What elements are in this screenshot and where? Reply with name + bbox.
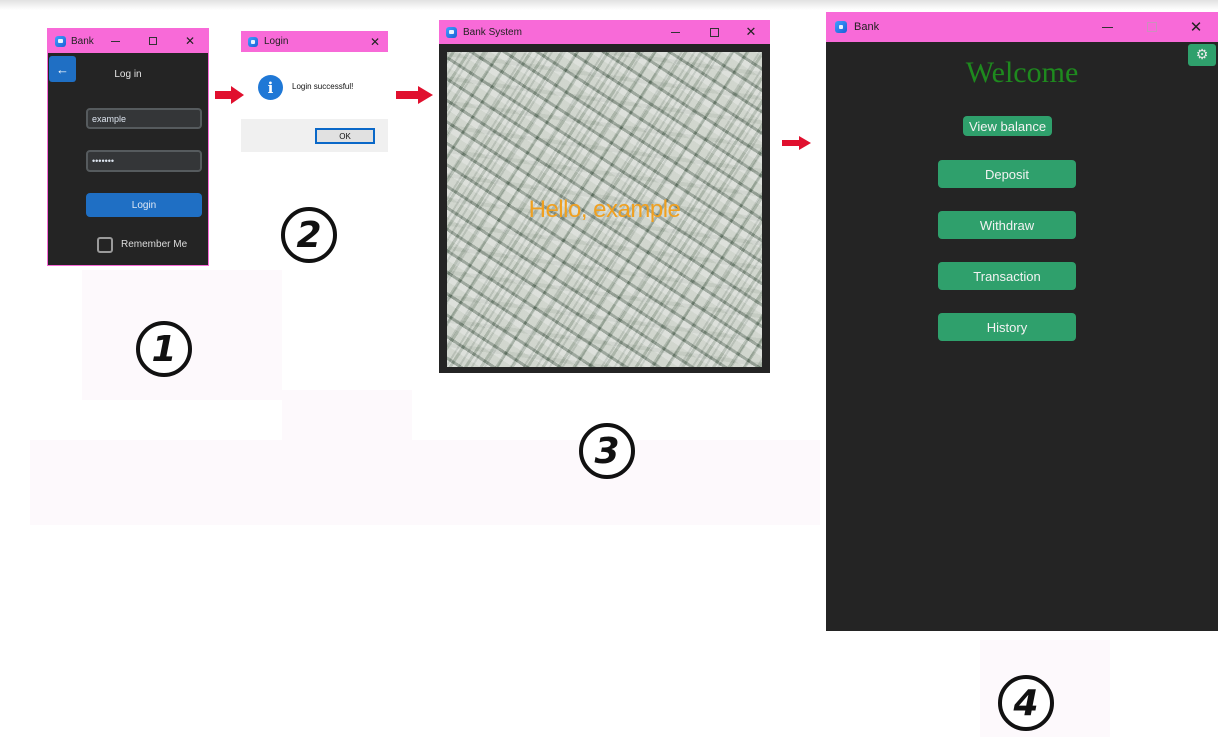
info-icon: i bbox=[258, 75, 283, 100]
flow-arrow-2-to-3 bbox=[396, 86, 433, 104]
app-icon bbox=[835, 21, 847, 33]
flow-arrow-3-to-4 bbox=[782, 136, 811, 150]
minimize-icon[interactable] bbox=[666, 20, 684, 44]
step-number-1: 1 bbox=[136, 321, 192, 377]
window-title: Bank System bbox=[463, 26, 522, 38]
message-box-titlebar: Login ✕ bbox=[241, 31, 388, 52]
app-icon bbox=[446, 26, 457, 38]
transaction-button[interactable]: Transaction bbox=[938, 262, 1076, 290]
login-message-box: Login ✕ i Login successful! OK bbox=[241, 31, 388, 152]
app-icon bbox=[248, 36, 258, 47]
username-input[interactable] bbox=[86, 108, 202, 129]
step-number-2: 2 bbox=[281, 207, 337, 263]
flow-arrow-1-to-2 bbox=[215, 86, 244, 104]
window-title: Bank bbox=[71, 35, 94, 47]
login-button[interactable]: Login bbox=[86, 193, 202, 217]
faint-background-block bbox=[30, 440, 820, 525]
message-text: Login successful! bbox=[292, 82, 354, 91]
login-window: Bank ✕ ← Log in Login Remember Me bbox=[47, 28, 209, 266]
close-icon[interactable]: ✕ bbox=[1185, 12, 1207, 42]
minimize-icon[interactable] bbox=[106, 29, 124, 53]
close-icon[interactable]: ✕ bbox=[181, 29, 199, 53]
maximize-icon[interactable] bbox=[144, 29, 162, 53]
view-balance-button[interactable]: View balance bbox=[963, 116, 1052, 136]
faint-background-block bbox=[282, 390, 412, 445]
step-number-4: 4 bbox=[998, 675, 1054, 731]
login-window-titlebar: Bank ✕ bbox=[48, 29, 208, 53]
minimize-icon[interactable] bbox=[1096, 12, 1118, 42]
ok-button[interactable]: OK bbox=[315, 128, 375, 144]
history-button[interactable]: History bbox=[938, 313, 1076, 341]
deposit-button[interactable]: Deposit bbox=[938, 160, 1076, 188]
password-input[interactable] bbox=[86, 150, 202, 172]
login-heading: Log in bbox=[114, 69, 142, 80]
bank-system-window: Bank System ✕ Hello, example bbox=[439, 20, 770, 373]
bank-main-window: Bank ✕ ⚙ Welcome View balance Deposit Wi… bbox=[826, 12, 1218, 631]
window-title: Bank bbox=[854, 21, 880, 33]
greeting-text: Hello, example bbox=[528, 196, 681, 223]
maximize-icon[interactable] bbox=[1141, 12, 1163, 42]
bank-system-titlebar: Bank System ✕ bbox=[439, 20, 770, 44]
close-icon[interactable]: ✕ bbox=[742, 20, 760, 44]
step-number-3: 3 bbox=[579, 423, 635, 479]
page-top-shadow bbox=[0, 0, 1218, 10]
withdraw-button[interactable]: Withdraw bbox=[938, 211, 1076, 239]
maximize-icon[interactable] bbox=[705, 20, 723, 44]
close-icon[interactable]: ✕ bbox=[366, 31, 384, 52]
remember-me-checkbox[interactable] bbox=[97, 237, 113, 253]
remember-me-label: Remember Me bbox=[121, 239, 188, 250]
welcome-heading: Welcome bbox=[965, 56, 1079, 89]
bank-main-titlebar: Bank ✕ bbox=[826, 12, 1218, 42]
message-box-title: Login bbox=[264, 36, 289, 47]
app-icon bbox=[55, 35, 66, 47]
